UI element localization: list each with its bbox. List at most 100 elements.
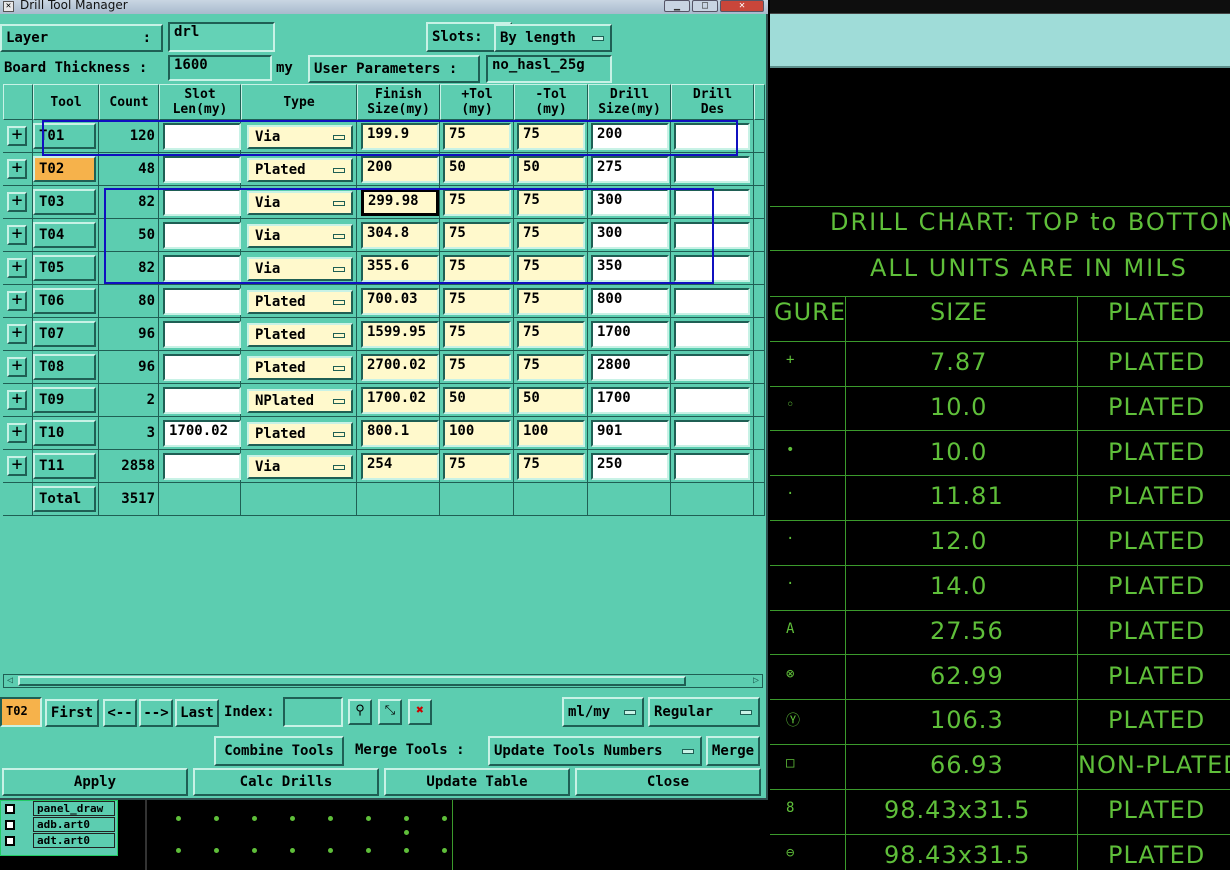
maximize-button[interactable]: □ (692, 0, 718, 12)
user-parameters-field[interactable]: no_hasl_25g (486, 55, 612, 83)
column-header-tool[interactable]: Tool (33, 84, 99, 120)
drill-size-field[interactable]: 250 (591, 453, 669, 480)
drill-des-field[interactable] (674, 222, 750, 249)
slots-dropdown[interactable]: By length (494, 24, 612, 52)
tool-button[interactable]: T05 (33, 255, 96, 281)
tool-button[interactable]: T09 (33, 387, 96, 413)
slot-length-field[interactable] (163, 189, 241, 216)
minus-tol-field[interactable]: 75 (517, 288, 585, 315)
tool-button[interactable]: T03 (33, 189, 96, 215)
type-dropdown[interactable]: NPlated (247, 389, 353, 413)
minus-tol-field[interactable]: 100 (517, 420, 585, 447)
tool-button[interactable]: T07 (33, 321, 96, 347)
drill-size-field[interactable]: 300 (591, 222, 669, 249)
finish-size-field[interactable]: 299.98 (361, 189, 439, 216)
drill-des-field[interactable] (674, 189, 750, 216)
minus-tol-field[interactable]: 50 (517, 156, 585, 183)
tool-button[interactable]: T10 (33, 420, 96, 446)
slot-length-field[interactable] (163, 321, 241, 348)
apply-button[interactable]: Apply (2, 768, 188, 796)
type-dropdown[interactable]: Plated (247, 356, 353, 380)
update-tools-numbers-dropdown[interactable]: Update Tools Numbers (488, 736, 702, 766)
expand-icon[interactable]: ⤡ (378, 699, 402, 725)
plus-tol-field[interactable]: 75 (443, 321, 511, 348)
expand-row-icon[interactable]: + (7, 126, 27, 146)
plus-tol-field[interactable]: 75 (443, 354, 511, 381)
index-field[interactable] (283, 697, 343, 727)
finish-size-field[interactable]: 304.8 (361, 222, 439, 249)
column-header-drill-size[interactable]: Drill Size(my) (588, 84, 671, 120)
tool-button[interactable]: T08 (33, 354, 96, 380)
tool-button[interactable]: T02 (33, 156, 96, 182)
drill-size-field[interactable]: 1700 (591, 387, 669, 414)
minus-tol-field[interactable]: 75 (517, 189, 585, 216)
finish-size-field[interactable]: 2700.02 (361, 354, 439, 381)
combine-tools-button[interactable]: Combine Tools (214, 736, 344, 766)
calc-drills-button[interactable]: Calc Drills (193, 768, 379, 796)
drill-size-field[interactable]: 1700 (591, 321, 669, 348)
expand-row-icon[interactable]: + (7, 456, 27, 476)
finish-size-field[interactable]: 355.6 (361, 255, 439, 282)
plus-tol-field[interactable]: 75 (443, 222, 511, 249)
finish-size-field[interactable]: 199.9 (361, 123, 439, 150)
drill-des-field[interactable] (674, 123, 750, 150)
plus-tol-field[interactable]: 75 (443, 288, 511, 315)
type-dropdown[interactable]: Via (247, 191, 353, 215)
expand-row-icon[interactable]: + (7, 192, 27, 212)
finish-size-field[interactable]: 700.03 (361, 288, 439, 315)
finish-size-field[interactable]: 1700.02 (361, 387, 439, 414)
plus-tol-field[interactable]: 50 (443, 387, 511, 414)
column-header-minus-tol[interactable]: -Tol (my) (514, 84, 588, 120)
type-dropdown[interactable]: Via (247, 257, 353, 281)
layer-checkbox[interactable] (5, 804, 15, 814)
type-dropdown[interactable]: Plated (247, 323, 353, 347)
finish-size-field[interactable]: 800.1 (361, 420, 439, 447)
type-dropdown[interactable]: Via (247, 125, 353, 149)
close-window-button[interactable]: ✕ (720, 0, 764, 12)
expand-row-icon[interactable]: + (7, 324, 27, 344)
drill-size-field[interactable]: 901 (591, 420, 669, 447)
slot-length-field[interactable] (163, 453, 241, 480)
layer-checkbox[interactable] (5, 820, 15, 830)
drill-des-field[interactable] (674, 255, 750, 282)
column-header-count[interactable]: Count (99, 84, 159, 120)
column-header-type[interactable]: Type (241, 84, 357, 120)
type-dropdown[interactable]: Via (247, 455, 353, 479)
layer-list[interactable]: panel_draw adb.art0 adt.art0 (0, 800, 118, 856)
drill-size-field[interactable]: 350 (591, 255, 669, 282)
last-button[interactable]: Last (175, 699, 219, 727)
merge-button[interactable]: Merge (706, 736, 760, 766)
close-button[interactable]: Close (575, 768, 761, 796)
first-button[interactable]: First (45, 699, 99, 727)
table-horizontal-scrollbar[interactable]: ◁ ▷ (3, 674, 763, 688)
tool-button[interactable]: T04 (33, 222, 96, 248)
scroll-left-icon[interactable]: ◁ (4, 675, 16, 687)
column-header-slot-len[interactable]: Slot Len(my) (159, 84, 241, 120)
minus-tol-field[interactable]: 75 (517, 453, 585, 480)
plus-tol-field[interactable]: 50 (443, 156, 511, 183)
layer-checkbox[interactable] (5, 836, 15, 846)
title-bar[interactable]: ✕ Drill Tool Manager ▁ □ ✕ (0, 0, 768, 14)
drill-des-field[interactable] (674, 156, 750, 183)
slot-length-field[interactable] (163, 222, 241, 249)
next-button[interactable]: --> (139, 699, 173, 727)
tool-button[interactable]: T01 (33, 123, 96, 149)
drill-size-field[interactable]: 275 (591, 156, 669, 183)
minus-tol-field[interactable]: 75 (517, 354, 585, 381)
slot-length-field[interactable] (163, 123, 241, 150)
layer-item[interactable]: adt.art0 (3, 833, 115, 849)
minus-tol-field[interactable]: 75 (517, 222, 585, 249)
delete-icon[interactable]: ✖ (408, 699, 432, 725)
drill-des-field[interactable] (674, 387, 750, 414)
update-table-button[interactable]: Update Table (384, 768, 570, 796)
drill-des-field[interactable] (674, 321, 750, 348)
slot-length-field[interactable] (163, 354, 241, 381)
expand-row-icon[interactable]: + (7, 225, 27, 245)
mode-dropdown[interactable]: Regular (648, 697, 760, 727)
previous-button[interactable]: <-- (103, 699, 137, 727)
cad-canvas[interactable]: DRILL CHART: TOP to BOTTOM ALL UNITS ARE… (770, 0, 1230, 870)
finish-size-field[interactable]: 200 (361, 156, 439, 183)
scrollbar-thumb[interactable] (18, 676, 686, 686)
units-dropdown[interactable]: ml/my (562, 697, 644, 727)
layer-item[interactable]: adb.art0 (3, 817, 115, 833)
